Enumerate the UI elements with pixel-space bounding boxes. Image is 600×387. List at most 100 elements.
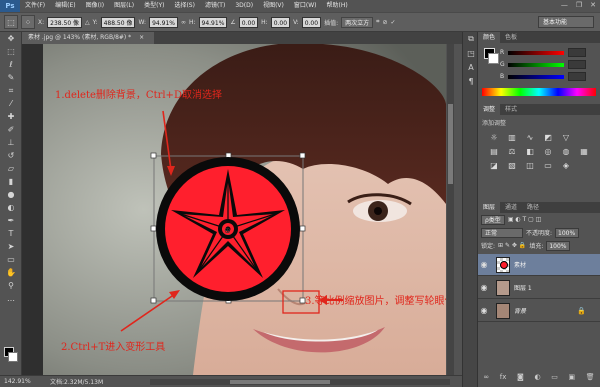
reference-point-icon[interactable]: ⁘: [21, 15, 35, 29]
tab-adjustments[interactable]: 调整: [478, 104, 501, 115]
channel-mixer-icon[interactable]: ◍: [560, 146, 572, 156]
tab-color[interactable]: 颜色: [478, 32, 501, 43]
menu-image[interactable]: 图像(I): [81, 0, 109, 12]
hskew-field[interactable]: 0.00: [270, 16, 291, 28]
delete-layer-icon[interactable]: 🗑: [586, 373, 595, 385]
visibility-eye-icon[interactable]: ◉: [478, 283, 490, 292]
g-field[interactable]: [568, 60, 586, 69]
menu-edit[interactable]: 编辑(E): [50, 0, 80, 12]
zoom-level[interactable]: 142.91%: [0, 378, 44, 385]
height-field[interactable]: 94.91%: [198, 16, 228, 28]
posterize-icon[interactable]: ▧: [506, 160, 518, 170]
y-field[interactable]: 488.50 像: [100, 16, 136, 28]
interpolation-select[interactable]: 两次立方: [341, 16, 374, 28]
menu-layer[interactable]: 图层(L): [109, 0, 139, 12]
marquee-tool-icon[interactable]: ⬚: [0, 45, 22, 58]
lock-icons[interactable]: ⊞ ✎ ✥ 🔒: [498, 242, 526, 249]
menu-file[interactable]: 文件(F): [20, 0, 50, 12]
layer-row-layer1[interactable]: ◉ 图层 1: [478, 277, 600, 299]
document-canvas[interactable]: ⊕ 1.delete删除背景，Ctrl+D取消选择 2.Ctrl+T进入变形工具…: [43, 44, 446, 375]
close-tab-icon[interactable]: ×: [139, 34, 144, 41]
lasso-tool-icon[interactable]: ℓ: [0, 58, 22, 71]
layer-row-background[interactable]: ◉ 背景 🔒: [478, 300, 600, 322]
fill-field[interactable]: 100%: [546, 240, 571, 251]
commit-transform-icon[interactable]: ✓: [391, 19, 396, 26]
type-tool-icon[interactable]: T: [0, 227, 22, 240]
hue-saturation-icon[interactable]: ▤: [488, 146, 500, 156]
quick-select-tool-icon[interactable]: ✎: [0, 71, 22, 84]
levels-icon[interactable]: ▥: [506, 132, 518, 142]
background-color-swatch[interactable]: [8, 352, 18, 362]
exposure-icon[interactable]: ◩: [542, 132, 554, 142]
tab-channels[interactable]: 通道: [500, 202, 522, 213]
brush-tool-icon[interactable]: ✐: [0, 123, 22, 136]
selective-color-icon[interactable]: ◈: [560, 160, 572, 170]
new-adjustment-icon[interactable]: ◐: [534, 373, 540, 385]
b-field[interactable]: [568, 72, 586, 81]
move-tool-icon[interactable]: ✥: [0, 32, 22, 45]
new-group-icon[interactable]: ▭: [551, 373, 558, 385]
g-slider[interactable]: [508, 63, 564, 67]
eyedropper-tool-icon[interactable]: ⁄: [0, 97, 22, 110]
close-window-button[interactable]: ✕: [590, 1, 596, 9]
zoom-tool-icon[interactable]: ⚲: [0, 279, 22, 292]
history-brush-icon[interactable]: ↺: [0, 149, 22, 162]
maximize-button[interactable]: ❐: [576, 1, 582, 9]
shape-tool-icon[interactable]: ▭: [0, 253, 22, 266]
properties-panel-icon[interactable]: ◳: [463, 46, 479, 60]
dodge-tool-icon[interactable]: ◐: [0, 201, 22, 214]
vibrance-icon[interactable]: ▽: [560, 132, 572, 142]
menu-filter[interactable]: 滤镜(T): [200, 0, 230, 12]
angle-field[interactable]: 0.00: [238, 16, 259, 28]
menu-view[interactable]: 视图(V): [258, 0, 289, 12]
threshold-icon[interactable]: ◫: [524, 160, 536, 170]
x-field[interactable]: 238.50 像: [47, 16, 83, 28]
gradient-tool-icon[interactable]: ▮: [0, 175, 22, 188]
menu-type[interactable]: 类型(Y): [139, 0, 169, 12]
transform-handle-tl[interactable]: [150, 152, 157, 159]
layer-row-sucai[interactable]: ◉ 素材: [478, 254, 600, 276]
transform-handle-l[interactable]: [150, 225, 157, 232]
vskew-field[interactable]: 0.00: [301, 16, 322, 28]
b-slider[interactable]: [508, 75, 564, 79]
more-tools-icon[interactable]: …: [0, 292, 22, 305]
blur-tool-icon[interactable]: ●: [0, 188, 22, 201]
paragraph-panel-icon[interactable]: ¶: [463, 74, 479, 88]
minimize-button[interactable]: —: [561, 1, 568, 9]
transform-handle-r[interactable]: [299, 225, 306, 232]
link-icon[interactable]: ∞: [181, 19, 186, 26]
panel-background-swatch[interactable]: [488, 53, 499, 64]
character-panel-icon[interactable]: A: [463, 60, 479, 74]
path-select-tool-icon[interactable]: ➤: [0, 240, 22, 253]
curves-icon[interactable]: ∿: [524, 132, 536, 142]
menu-window[interactable]: 窗口(W): [289, 0, 322, 12]
eraser-tool-icon[interactable]: ▱: [0, 162, 22, 175]
visibility-eye-icon[interactable]: ◉: [478, 260, 490, 269]
transform-handle-tr[interactable]: [299, 152, 306, 159]
healing-tool-icon[interactable]: ✚: [0, 110, 22, 123]
layer-style-icon[interactable]: fx: [500, 373, 507, 385]
filter-icons[interactable]: ▣ ◐ T ▢ ◫: [508, 216, 542, 223]
tab-paths[interactable]: 路径: [522, 202, 544, 213]
tab-swatches[interactable]: 色板: [500, 32, 522, 43]
opacity-field[interactable]: 100%: [555, 227, 580, 238]
color-lookup-icon[interactable]: ▦: [578, 146, 590, 156]
vertical-scroll-thumb[interactable]: [448, 104, 453, 184]
menu-select[interactable]: 选择(S): [169, 0, 200, 12]
invert-icon[interactable]: ◪: [488, 160, 500, 170]
link-layers-icon[interactable]: ∞: [483, 373, 489, 385]
black-white-icon[interactable]: ◧: [524, 146, 536, 156]
brightness-icon[interactable]: ☼: [488, 132, 500, 142]
color-spectrum[interactable]: [482, 88, 596, 96]
color-balance-icon[interactable]: ⚖: [506, 146, 518, 156]
document-tab[interactable]: 素材 .jpg @ 143% (素材, RGB/8#) * ×: [22, 32, 155, 44]
history-panel-icon[interactable]: ⧉: [463, 32, 479, 46]
vertical-scrollbar[interactable]: [447, 44, 454, 375]
warp-icon[interactable]: ⌗: [376, 18, 379, 26]
tab-styles[interactable]: 样式: [500, 104, 522, 115]
photo-filter-icon[interactable]: ◎: [542, 146, 554, 156]
visibility-eye-icon[interactable]: ◉: [478, 306, 490, 315]
transform-tool-icon[interactable]: ⬚: [4, 15, 18, 29]
blend-mode-select[interactable]: 正常: [481, 227, 523, 238]
add-mask-icon[interactable]: ◙: [517, 373, 524, 385]
